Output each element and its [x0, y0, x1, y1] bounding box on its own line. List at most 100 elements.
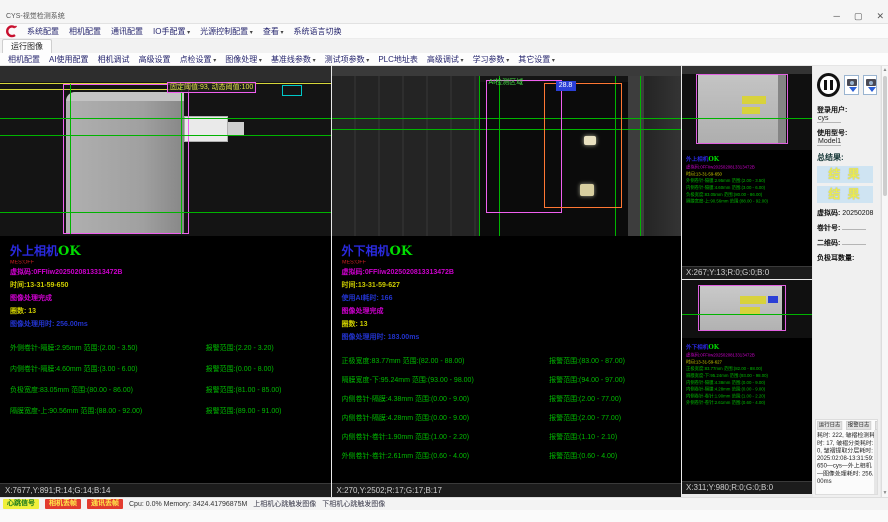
model-field[interactable]: Model1: [817, 138, 841, 146]
camera-switch-icon[interactable]: [863, 75, 877, 95]
middle-camera-panel: 28.8 AI检测区域 外下相机OK MES:OFF 虚拟码:0FFIiw202…: [332, 66, 681, 497]
tab-comm-log[interactable]: 通讯日志: [875, 421, 878, 430]
status-bar: 心跳信号 相机丢帧 通讯丢帧 Cpu: 0.0% Memory: 3424.41…: [0, 497, 888, 510]
tab-run-image[interactable]: 运行图像: [2, 39, 52, 53]
tool-learn-params[interactable]: 学习参数: [473, 54, 510, 65]
measurement-row: 内侧卷针-卷针:1.90mm 范围:(1.00 - 2.20)报警范围:(1.1…: [342, 432, 671, 451]
measurement-row: 隔膜宽度-上:90.56mm 范围:(88.00 - 92.00)报警范围:(8…: [10, 406, 321, 427]
capture-time: 时间:13-31-59-627: [342, 279, 671, 292]
menu-system-config[interactable]: 系统配置: [27, 26, 59, 37]
tool-plc-address[interactable]: PLC地址表: [378, 54, 418, 65]
thumbnail-bottom-image[interactable]: [682, 280, 812, 338]
log-panel: 运行日志 报警日志 通讯日志 耗时: 222, 皱褶检测耗时: 17, 皱褶分类…: [815, 419, 878, 495]
camera-capture-icon[interactable]: [844, 75, 858, 95]
yellow-overlay-tag: [740, 307, 760, 314]
measure-line-horizontal: [0, 135, 331, 136]
scroll-up-icon[interactable]: ▲: [882, 67, 888, 73]
comm-dropframe-badge: 通讯丢帧: [87, 499, 123, 509]
roi-rect-orange: [544, 83, 622, 208]
needle-number-field[interactable]: [842, 229, 866, 230]
menu-view[interactable]: 查看: [263, 26, 284, 37]
tool-bar: 相机配置 AI使用配置 相机调试 高级设置 点检设置 图像处理 基准线参数 测试…: [0, 53, 888, 66]
needle-number-row: 卷针号:: [817, 223, 877, 233]
tool-other-settings[interactable]: 其它设置: [518, 54, 555, 65]
tool-baseline-params[interactable]: 基准线参数: [271, 54, 316, 65]
qr-code-row: 二维码:: [817, 238, 877, 248]
tool-camera-config[interactable]: 相机配置: [8, 54, 40, 65]
menu-comm-config[interactable]: 通讯配置: [111, 26, 143, 37]
loop-count: 圈数: 13: [342, 318, 671, 331]
measurement-rows: 正极宽度:83.77mm 范围:(82.00 - 88.00)报警范围:(83.…: [342, 356, 671, 470]
menu-bar: 系统配置 相机配置 通讯配置 IO手配置 光源控制配置 查看 系统语言切换: [0, 24, 888, 39]
login-user-row: 登录用户: cys: [817, 105, 877, 123]
window-scrollbar[interactable]: ▲ ▼: [881, 66, 888, 497]
tab-alarm-log[interactable]: 报警日志: [846, 421, 871, 430]
menu-language-switch[interactable]: 系统语言切换: [294, 26, 342, 37]
tool-spot-check[interactable]: 点检设置: [180, 54, 217, 65]
tab-run-log[interactable]: 运行日志: [817, 421, 842, 430]
login-user-field[interactable]: cys: [817, 115, 841, 123]
tool-ai-config[interactable]: AI使用配置: [49, 54, 89, 65]
tool-camera-debug[interactable]: 相机调试: [98, 54, 130, 65]
model-row: 使用型号: Model1: [817, 128, 877, 146]
thumbnail-top-image[interactable]: [682, 66, 812, 150]
minimize-icon[interactable]: ─: [834, 11, 840, 21]
left-camera-image[interactable]: 固定阈值:93, 动态阈值:100: [0, 66, 331, 236]
window-title: CYS-视觉检测系统: [6, 11, 65, 21]
status-ok: OK: [58, 244, 81, 259]
measurement-tag: 28.8: [556, 81, 576, 91]
menu-io-config[interactable]: IO手配置: [153, 26, 190, 37]
yellow-overlay-tag: [742, 96, 766, 104]
measure-line-horizontal: [0, 212, 331, 213]
thumbnail-column: 外上相机OK 虚拟码:0FFIiw2025020813313472B 时间:13…: [682, 66, 812, 497]
virtual-code: 虚拟码:0FFIiw2025020813313472B: [342, 266, 671, 279]
upper-camera-trigger-status[interactable]: 上相机心跳触发图像: [253, 499, 316, 509]
measurement-row: 内侧卷针-隔膜:4.60mm 范围:(3.00 - 6.00)报警范围:(0.0…: [10, 364, 321, 385]
heartbeat-badge: 心跳信号: [3, 499, 39, 509]
menu-light-config[interactable]: 光源控制配置: [200, 26, 253, 37]
measurement-rows: 外侧卷针-隔膜:2.95mm 范围:(2.00 - 3.50)报警范围:(2.2…: [10, 343, 321, 427]
virtual-code-row: 虚拟码: 20250208: [817, 208, 877, 218]
mes-status: MES:OFF: [10, 260, 289, 265]
process-time: 图像处理用时: 183.00ms: [342, 331, 671, 344]
sidebar-actions: [817, 70, 877, 100]
threshold-overlay-label: 固定阈值:93, 动态阈值:100: [167, 82, 256, 93]
process-done: 图像处理完成: [342, 305, 671, 318]
window-bottom-edge: [0, 510, 888, 522]
measurement-row: 正极宽度:83.77mm 范围:(82.00 - 88.00)报警范围:(83.…: [342, 356, 671, 375]
pixel-coordinates-readout: X:7677,Y:891;R:14;G:14;B:14: [0, 483, 331, 497]
middle-camera-image[interactable]: 28.8 AI检测区域: [332, 66, 681, 236]
log-scrollbar[interactable]: [874, 430, 877, 494]
maximize-icon[interactable]: ▢: [854, 11, 863, 21]
app-logo-icon: [4, 25, 17, 38]
lower-camera-trigger-status[interactable]: 下相机心跳触发图像: [322, 499, 385, 509]
thumbnail-bottom-panel: 外下相机OK 虚拟码:0FFIiw2025020813313472B 时间:13…: [682, 280, 812, 494]
close-icon[interactable]: ✕: [876, 11, 884, 21]
cpu-memory-readout: Cpu: 0.0% Memory: 3424.41796875M: [129, 501, 247, 508]
measurement-row: 内侧卷针-隔膜:4.28mm 范围:(0.00 - 9.00)报警范围:(2.0…: [342, 413, 671, 432]
tool-image-processing[interactable]: 图像处理: [225, 54, 262, 65]
middle-image-top-band: [332, 66, 681, 76]
measurement-row: 内侧卷针-隔膜:4.38mm 范围:(0.00 - 9.00)报警范围:(2.0…: [342, 394, 671, 413]
ai-region-label: AI检测区域: [489, 77, 524, 87]
qr-code-field[interactable]: [842, 244, 866, 245]
process-done: 图像处理完成: [10, 292, 321, 305]
scrollbar-thumb[interactable]: [883, 76, 887, 196]
roi-rect-cyan: [282, 85, 302, 96]
measure-line-horizontal: [682, 118, 812, 119]
ai-time: 使用AI耗时: 166: [342, 292, 671, 305]
tool-advanced-debug[interactable]: 高级调试: [427, 54, 464, 65]
tool-advanced-settings[interactable]: 高级设置: [139, 54, 171, 65]
result-indicator-top: 结 果: [817, 166, 873, 183]
connector-tab: [184, 116, 228, 142]
pixel-coordinates-readout: X:267;Y:13;R:0;G:0;B:0: [682, 266, 812, 279]
measurement-row: 负极宽度:83.05mm 范围:(80.00 - 86.00)报警范围:(81.…: [10, 385, 321, 406]
menu-camera-config[interactable]: 相机配置: [69, 26, 101, 37]
camera-name: 外下相机: [342, 244, 390, 258]
measure-line-horizontal: [682, 314, 812, 315]
tool-test-params[interactable]: 测试项参数: [325, 54, 370, 65]
scroll-down-icon[interactable]: ▼: [882, 490, 888, 496]
pause-button[interactable]: [817, 73, 840, 97]
middle-result-text: 外下相机OK MES:OFF 虚拟码:0FFIiw202502081331347…: [332, 236, 681, 483]
measurement-row: 外侧卷针-隔膜:2.95mm 范围:(2.00 - 3.50)报警范围:(2.2…: [10, 343, 321, 364]
